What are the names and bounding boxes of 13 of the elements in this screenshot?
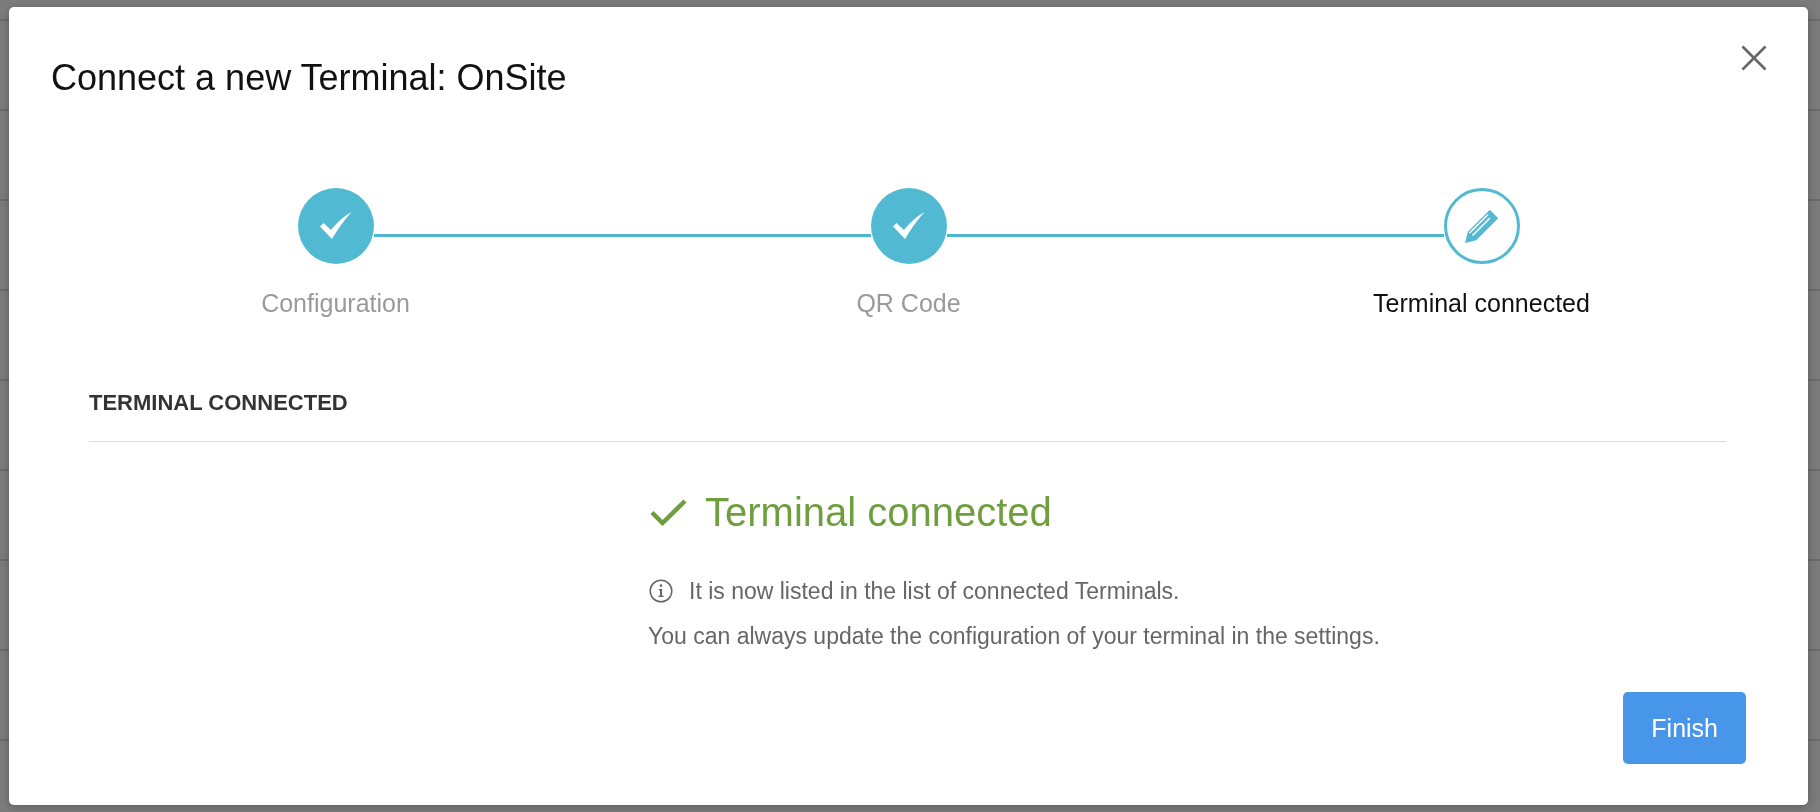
message-text: You can always update the configuration of your terminal in the settings. xyxy=(648,622,1380,650)
step-label: Terminal connected xyxy=(1373,289,1590,317)
close-icon xyxy=(1741,45,1767,71)
info-icon xyxy=(649,579,673,603)
step-label: QR Code xyxy=(856,289,961,317)
dialog-title: Connect a new Terminal: OnSite xyxy=(51,60,567,96)
section-heading: TERMINAL CONNECTED xyxy=(89,391,348,415)
step-label: Configuration xyxy=(261,289,410,317)
check-icon xyxy=(650,498,687,526)
finish-button[interactable]: Finish xyxy=(1623,692,1746,764)
message-text: It is now listed in the list of connected Terminals. xyxy=(689,577,1180,605)
close-button[interactable] xyxy=(1741,45,1767,71)
success-title: Terminal connected xyxy=(705,490,1052,534)
